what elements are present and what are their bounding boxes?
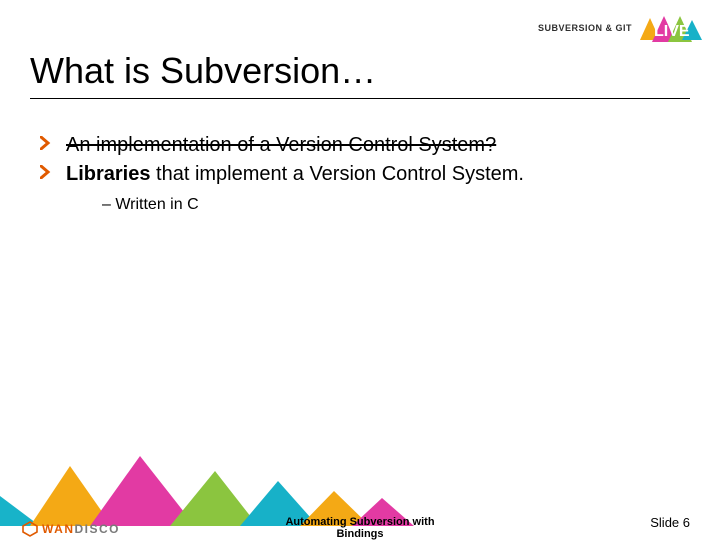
chevron-icon — [40, 136, 52, 150]
slide: SUBVERSION & GIT LIVE What is Subversion… — [0, 0, 720, 540]
slide-number: Slide 6 — [650, 515, 690, 530]
live-logo: LIVE — [638, 12, 702, 44]
content-area: An implementation of a Version Control S… — [40, 132, 680, 218]
chevron-icon — [40, 165, 52, 179]
wandisco-text: WANDISCO — [42, 522, 120, 536]
hexagon-icon — [22, 521, 38, 537]
bullet-item: An implementation of a Version Control S… — [40, 132, 680, 159]
wandisco-logo: WANDISCO — [22, 521, 120, 537]
sub-bullet-item: Written in C — [102, 194, 680, 216]
branding-block: SUBVERSION & GIT LIVE — [538, 12, 702, 44]
live-text: LIVE — [654, 23, 690, 40]
title-underline — [30, 98, 690, 99]
footer-line1: Automating Subversion with — [285, 516, 434, 528]
sub-bullet-list: Written in C — [102, 194, 680, 216]
bullet-item: Libraries that implement a Version Contr… — [40, 161, 680, 216]
bullet-text: An implementation of a Version Control S… — [66, 134, 496, 156]
footer-center-title: Automating Subversion with Bindings — [285, 516, 434, 540]
branding-text: SUBVERSION & GIT — [538, 23, 632, 33]
page-title: What is Subversion… — [30, 50, 376, 92]
footer-line2: Bindings — [285, 528, 434, 540]
bullet-list: An implementation of a Version Control S… — [40, 132, 680, 216]
bullet-text: Libraries that implement a Version Contr… — [66, 163, 524, 185]
